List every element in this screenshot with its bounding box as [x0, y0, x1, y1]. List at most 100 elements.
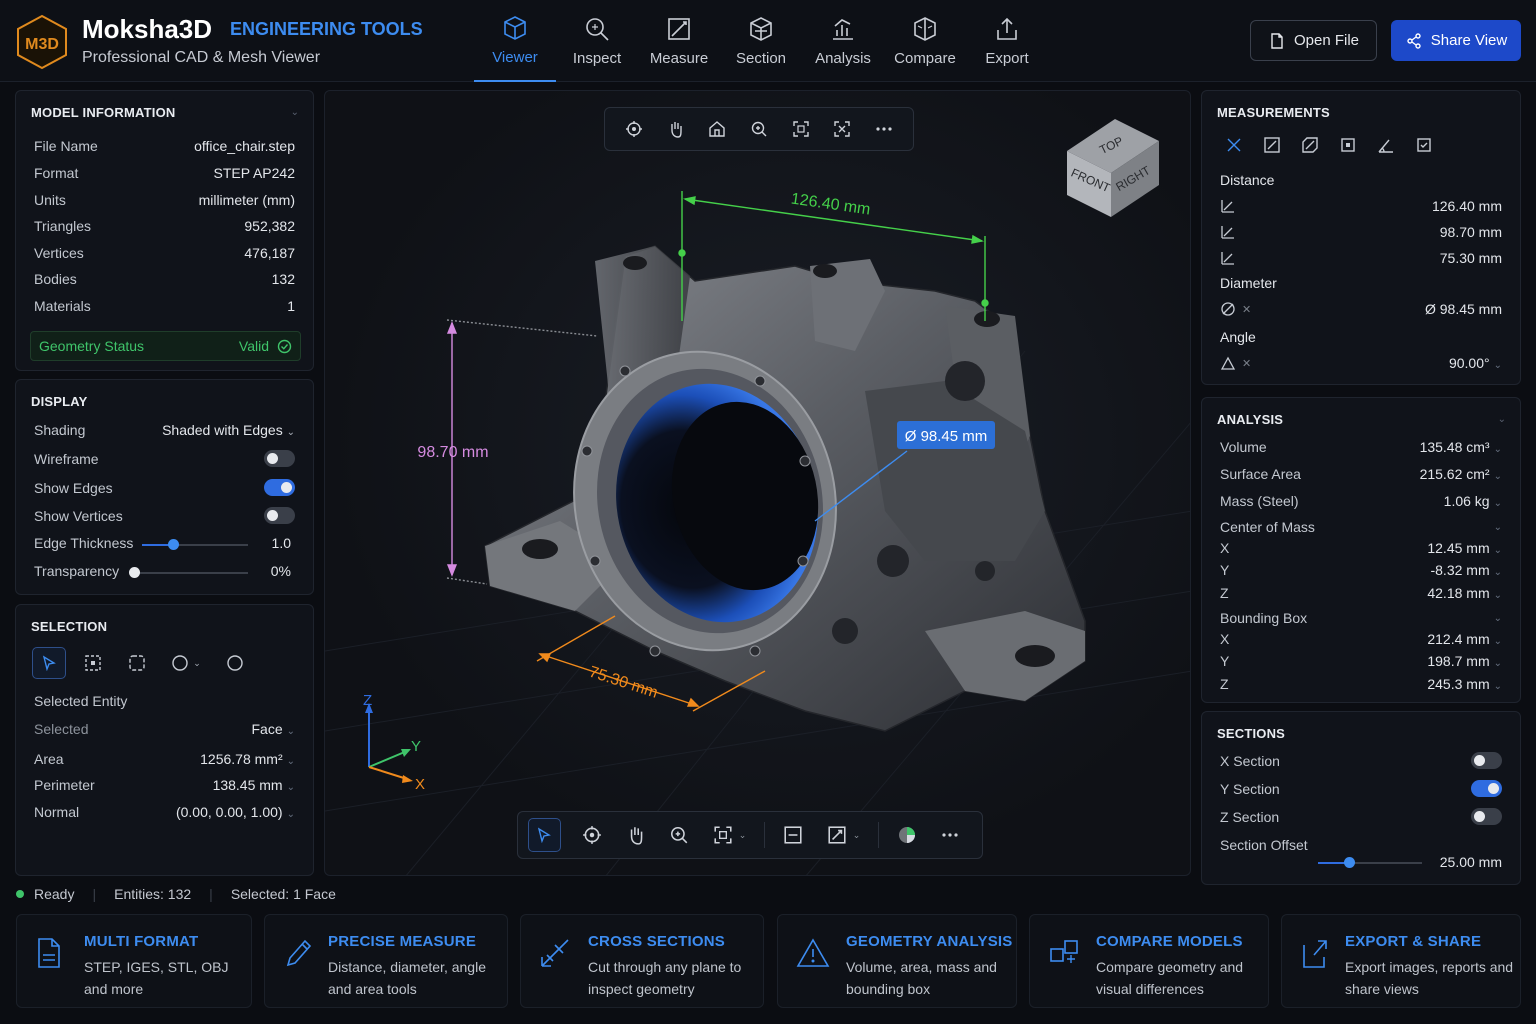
distance-row[interactable]: 126.40 mm — [1220, 198, 1502, 214]
measure-area-button[interactable] — [1332, 131, 1364, 159]
info-row: Units millimeter (mm) — [34, 192, 295, 208]
remove-icon[interactable]: ✕ — [1242, 357, 1251, 370]
feature-desc: STEP, IGES, STL, OBJ and more — [84, 959, 229, 997]
box-select-button[interactable] — [76, 647, 110, 679]
housing-model[interactable] — [484, 245, 1086, 732]
chevron-down-icon[interactable]: ⌄ — [1494, 658, 1502, 669]
fit-view-button[interactable] — [792, 120, 810, 138]
pan-tool-button[interactable] — [614, 825, 657, 845]
chevron-down-icon[interactable]: ⌄ — [287, 782, 295, 793]
measure-tool-button[interactable]: ⌄ — [815, 825, 873, 845]
more-tools-button[interactable] — [929, 826, 972, 844]
measure-distance-button[interactable] — [1218, 131, 1250, 159]
render-mode-button[interactable] — [885, 825, 928, 845]
distance-row[interactable]: 75.30 mm — [1220, 250, 1502, 266]
chevron-down-icon: ⌄ — [1493, 612, 1502, 624]
face-select-button[interactable] — [120, 647, 154, 679]
measure-edge-button[interactable] — [1294, 131, 1326, 159]
remove-icon[interactable]: ✕ — [1242, 303, 1251, 316]
home-view-button[interactable] — [708, 120, 726, 138]
measure-report-button[interactable] — [1408, 131, 1440, 159]
chevron-down-icon[interactable]: ⌄ — [1498, 414, 1506, 425]
dimension-label-bottom: 75.30 mm — [587, 664, 660, 702]
tab-export[interactable]: Export — [966, 0, 1048, 82]
feature-card-precise-measure: PRECISE MEASURE Distance, diameter, angl… — [264, 914, 508, 1008]
pan-button[interactable] — [667, 120, 685, 138]
chevron-down-icon[interactable]: ⌄ — [291, 107, 299, 118]
more-options-button[interactable] — [875, 120, 893, 138]
chevron-down-icon[interactable]: ⌄ — [1494, 681, 1502, 692]
distance-row[interactable]: 98.70 mm — [1220, 224, 1502, 240]
com-axis: Y — [1220, 562, 1230, 578]
show-vertices-toggle[interactable] — [264, 507, 295, 524]
tab-viewer[interactable]: Viewer — [474, 0, 556, 82]
angle-row[interactable]: ✕ 90.00° ⌄ — [1220, 355, 1502, 371]
measure-linear-button[interactable] — [1256, 131, 1288, 159]
cube-icon — [504, 15, 526, 40]
fit-tool-button[interactable]: ⌄ — [701, 825, 759, 845]
transparency-slider[interactable] — [129, 567, 248, 578]
chevron-down-icon[interactable]: ⌄ — [1494, 636, 1502, 647]
show-edges-toggle[interactable] — [264, 479, 295, 496]
select-tool-button[interactable] — [528, 818, 561, 852]
zoom-tool-button[interactable] — [657, 825, 700, 845]
shading-select[interactable]: Shaded with Edges ⌄ — [162, 422, 295, 438]
chevron-down-icon[interactable]: ⌄ — [1494, 360, 1502, 371]
compare-icon — [914, 16, 936, 41]
tab-section[interactable]: Section — [720, 0, 802, 82]
y-section-toggle[interactable] — [1471, 780, 1502, 797]
bounding-box-header[interactable]: Bounding Box ⌄ — [1220, 610, 1502, 626]
transparency-value: 0% — [270, 563, 291, 579]
slider-knob[interactable] — [129, 567, 140, 578]
info-row: Format STEP AP242 — [34, 165, 295, 181]
distance-value: 126.40 mm — [1431, 198, 1502, 214]
section-tool-button[interactable] — [771, 825, 814, 845]
edge-thickness-slider[interactable] — [142, 539, 248, 550]
check-circle-icon — [277, 339, 292, 353]
share-view-button[interactable]: Share View — [1391, 20, 1521, 61]
fit-icon — [714, 826, 732, 844]
open-file-button[interactable]: Open File — [1250, 20, 1377, 61]
slider-knob[interactable] — [1344, 857, 1356, 868]
target-button[interactable] — [625, 120, 643, 138]
perimeter-label: Perimeter — [34, 777, 95, 793]
chevron-down-icon[interactable]: ⌄ — [1494, 444, 1502, 455]
chevron-down-icon[interactable]: ⌄ — [1494, 498, 1502, 509]
3d-viewport[interactable]: 126.40 mm 98.70 mm 75.30 mm Ø 98.45 mm T… — [324, 90, 1191, 876]
section-cube-icon — [750, 16, 772, 41]
slider-knob[interactable] — [167, 539, 179, 550]
view-cube[interactable]: TOP FRONT RIGHT — [1067, 119, 1159, 217]
model-canvas[interactable]: 126.40 mm 98.70 mm 75.30 mm Ø 98.45 mm T… — [325, 91, 1191, 876]
show-vertices-label: Show Vertices — [34, 507, 123, 524]
frame-selection-button[interactable] — [833, 120, 851, 138]
orbit-button[interactable] — [571, 825, 614, 845]
tab-analysis[interactable]: Analysis — [802, 0, 884, 82]
center-of-mass-header[interactable]: Center of Mass ⌄ — [1220, 519, 1502, 535]
chevron-down-icon[interactable]: ⌄ — [1494, 567, 1502, 578]
dimension-label-left: 98.70 mm — [417, 444, 488, 461]
distance-label: Distance — [1220, 172, 1275, 188]
com-value: -8.32 mm — [1430, 562, 1490, 578]
select-pointer-button[interactable] — [32, 647, 66, 679]
lasso-select-button[interactable]: ⌄ — [164, 647, 208, 679]
chevron-down-icon[interactable]: ⌄ — [1494, 545, 1502, 556]
wireframe-toggle[interactable] — [264, 450, 295, 467]
chevron-down-icon[interactable]: ⌄ — [287, 809, 295, 820]
chevron-down-icon[interactable]: ⌄ — [287, 756, 295, 767]
selected-select[interactable]: Face ⌄ — [251, 721, 295, 737]
tab-inspect[interactable]: Inspect — [556, 0, 638, 82]
section-offset-slider[interactable] — [1318, 857, 1422, 868]
distance-icon — [1220, 224, 1236, 240]
x-section-toggle[interactable] — [1471, 752, 1502, 769]
diameter-row[interactable]: ✕ Ø 98.45 mm — [1220, 301, 1502, 317]
measure-angle-button[interactable] — [1370, 131, 1402, 159]
section-offset-label: Section Offset — [1220, 837, 1308, 853]
tab-measure[interactable]: Measure — [638, 0, 720, 82]
chevron-down-icon[interactable]: ⌄ — [1494, 590, 1502, 601]
chevron-down-icon[interactable]: ⌄ — [1494, 471, 1502, 482]
z-section-toggle[interactable] — [1471, 808, 1502, 825]
zoom-button[interactable] — [750, 120, 768, 138]
bbox-row: X 212.4 mm ⌄ — [1220, 631, 1502, 647]
sphere-select-button[interactable] — [218, 647, 252, 679]
tab-compare[interactable]: Compare — [884, 0, 966, 82]
